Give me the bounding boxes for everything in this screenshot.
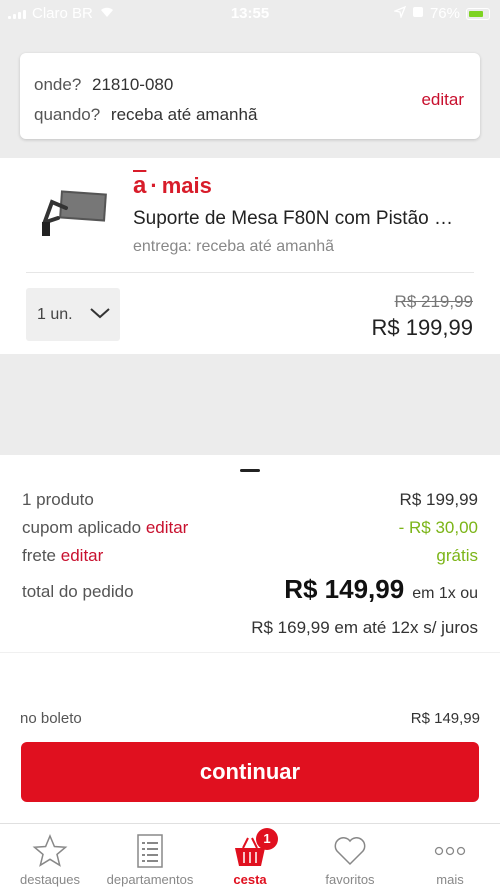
edit-shipping-link[interactable]: editar [61, 546, 104, 565]
shipping-label: frete [22, 546, 57, 565]
product-card: a · mais Suporte de Mesa F80N com Pistão… [0, 158, 500, 354]
total-row: total do pedido R$ 149,99 em 1x ou [22, 574, 478, 604]
products-value: R$ 199,99 [399, 490, 478, 509]
coupon-row: cupom aplicado editar - R$ 30,00 [22, 518, 478, 538]
location-when-row: quando? receba até amanhã [34, 105, 257, 125]
quantity-select[interactable]: 1 un. [26, 288, 120, 341]
more-icon [432, 833, 468, 869]
divider [26, 272, 474, 273]
bottom-tab-bar: destaques departamentos 1 cesta favorito… [0, 823, 500, 889]
tab-destaques[interactable]: destaques [0, 824, 100, 889]
product-price: R$ 199,99 [371, 315, 473, 340]
continue-button[interactable]: continuar [21, 742, 479, 802]
product-image[interactable] [38, 188, 110, 238]
battery-icon [466, 7, 490, 20]
seller-logo: a · mais [133, 172, 212, 199]
tab-departamentos[interactable]: departamentos [100, 824, 200, 889]
shipping-value: grátis [436, 546, 478, 565]
order-summary: 1 produto R$ 199,99 cupom aplicado edita… [0, 455, 500, 823]
edit-coupon-link[interactable]: editar [146, 518, 189, 537]
tab-mais[interactable]: mais [400, 824, 500, 889]
divider [0, 652, 500, 653]
product-title[interactable]: Suporte de Mesa F80N com Pistão a Gás [133, 208, 463, 230]
delivery-estimate: receba até amanhã [110, 105, 258, 124]
tab-label: departamentos [106, 872, 194, 887]
edit-location-link[interactable]: editar [421, 90, 464, 110]
zip-code: 21810-080 [92, 75, 174, 94]
products-row: 1 produto R$ 199,99 [22, 490, 478, 510]
where-label: onde? [34, 75, 82, 94]
sheet-handle[interactable] [240, 469, 260, 472]
brand-name: mais [161, 173, 212, 198]
old-price: R$ 219,99 [394, 292, 473, 311]
tab-favoritos[interactable]: favoritos [300, 824, 400, 889]
tab-cesta[interactable]: 1 cesta [200, 824, 300, 889]
tab-label: destaques [20, 872, 80, 887]
chevron-down-icon [89, 306, 111, 324]
tab-label: favoritos [325, 872, 375, 887]
boleto-value: R$ 149,99 [410, 710, 480, 727]
coupon-label: cupom aplicado [22, 518, 142, 537]
heart-icon [332, 833, 368, 869]
location-where-row: onde? 21810-080 [34, 75, 173, 95]
tab-label: mais [436, 872, 464, 887]
alarm-icon [412, 5, 424, 22]
total-suffix: em 1x ou [412, 585, 478, 602]
coupon-value: - R$ 30,00 [398, 518, 478, 537]
shipping-row: frete editar grátis [22, 546, 478, 566]
cart-count-badge: 1 [256, 828, 278, 850]
star-icon [32, 833, 68, 869]
products-label: 1 produto [22, 490, 94, 509]
brand-mark: a [133, 172, 147, 199]
product-delivery: entrega: receba até amanhã [133, 238, 335, 255]
quantity-value: 1 un. [37, 305, 73, 323]
status-bar: Claro BR 13:55 76% [0, 0, 500, 28]
list-icon [132, 833, 168, 869]
total-label: total do pedido [22, 582, 134, 601]
location-arrow-icon [392, 5, 407, 22]
boleto-label: no boleto [20, 710, 82, 727]
delivery-location-card[interactable]: onde? 21810-080 quando? receba até amanh… [20, 53, 480, 139]
installments-text: R$ 169,99 em até 12x s/ juros [251, 618, 478, 637]
battery-percent: 76% [429, 5, 460, 22]
tab-label: cesta [233, 872, 267, 887]
when-label: quando? [34, 105, 101, 124]
total-value: R$ 149,99 [284, 574, 405, 604]
